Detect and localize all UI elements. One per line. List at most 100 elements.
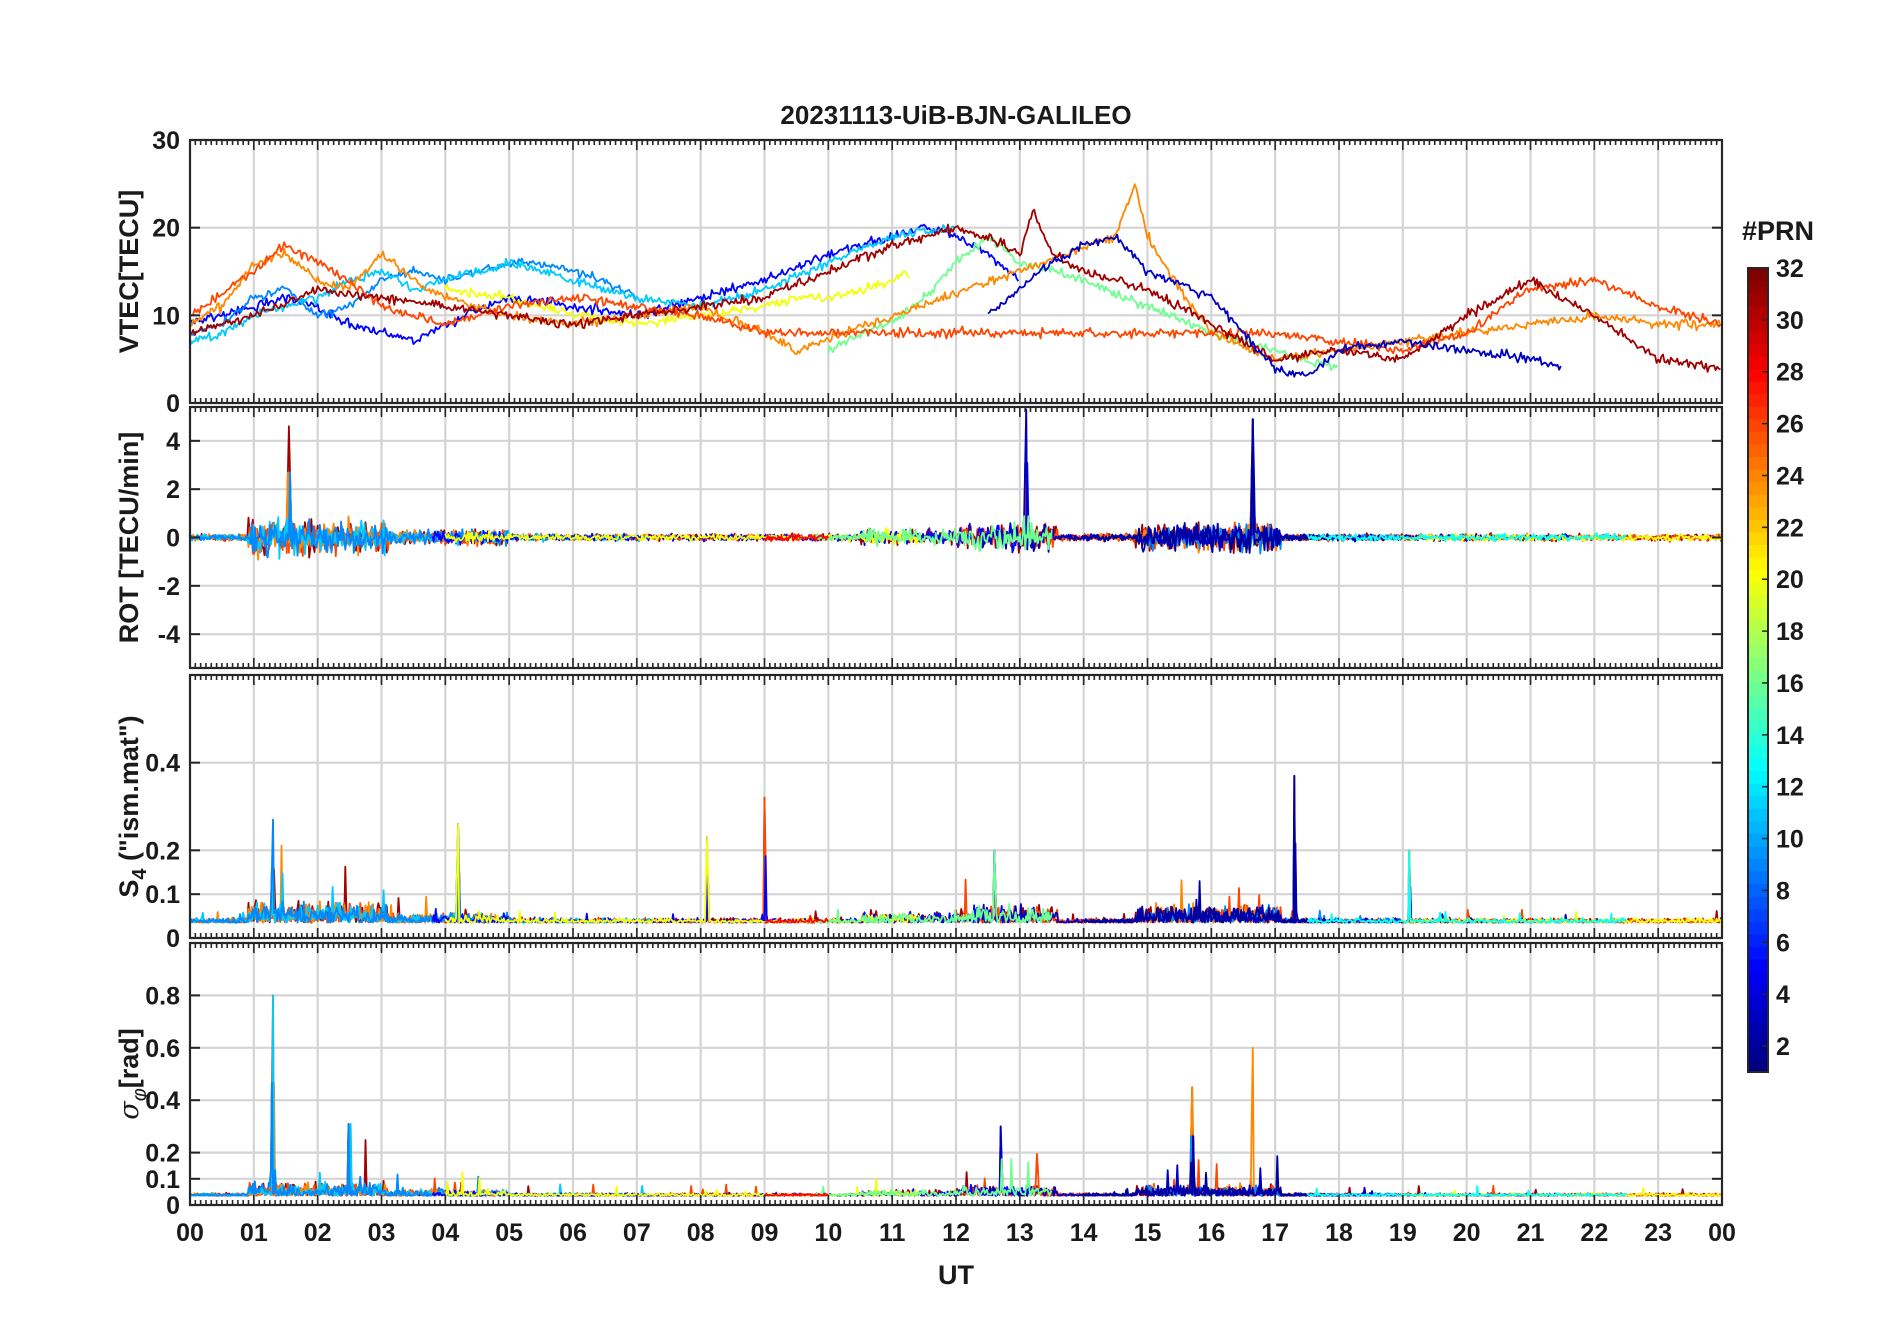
xtick-label: 06 — [559, 1219, 587, 1247]
xtick-label: 00 — [1708, 1219, 1736, 1247]
colorbar-segment — [1748, 783, 1768, 797]
colorbar-segment — [1748, 720, 1768, 734]
ytick-label: 0 — [166, 925, 180, 953]
colorbar-segment — [1748, 293, 1768, 307]
colorbar-segment — [1748, 946, 1768, 960]
xtick-label: 15 — [1134, 1219, 1162, 1247]
xtick-label: 21 — [1517, 1219, 1545, 1247]
ytick-label: 0 — [166, 525, 180, 553]
colorbar-segment — [1748, 770, 1768, 784]
colorbar-segment — [1748, 582, 1768, 596]
colorbar-segment — [1748, 330, 1768, 344]
panels-layer: 0102030VTEC[TECU]-4-2024ROT [TECU/min]00… — [114, 127, 1724, 1220]
x-axis: 00 01 02 03 04 05 06 07 08 09 10 11 12 13 14 15 16 17 18 19… — [176, 1219, 1736, 1247]
colorbar-tick-label: 12 — [1776, 774, 1804, 802]
colorbar-segment — [1748, 745, 1768, 759]
colorbar-segment — [1748, 544, 1768, 558]
colorbar-segment — [1748, 494, 1768, 508]
xtick-label: 12 — [942, 1219, 970, 1247]
colorbar-tick-label: 22 — [1776, 514, 1804, 542]
panel-rot: -4 -2 0 2 4 ROT [TECU/min] — [114, 405, 1724, 670]
colorbar-segment — [1748, 305, 1768, 319]
colorbar-segment — [1748, 871, 1768, 885]
ytick-label: 0 — [166, 390, 180, 418]
colorbar-segment — [1748, 833, 1768, 847]
colorbar-tick-label: 10 — [1776, 826, 1804, 854]
colorbar-segment — [1748, 531, 1768, 545]
colorbar-segment — [1748, 607, 1768, 621]
colorbar-segment — [1748, 393, 1768, 407]
colorbar-segment — [1748, 984, 1768, 998]
colorbar-segment — [1748, 280, 1768, 294]
ytick-label: 0.8 — [145, 982, 180, 1010]
panel-s4: 0 0.1 0.2 0.4S4 ("ism.mat") — [114, 673, 1724, 953]
colorbar-segment — [1748, 268, 1768, 282]
xtick-label: 18 — [1325, 1219, 1353, 1247]
colorbar-segment — [1748, 1059, 1768, 1073]
chart-title: 20231113-UiB-BJN-GALILEO — [780, 100, 1131, 130]
ytick-label: 30 — [152, 127, 180, 155]
xtick-label: 22 — [1580, 1219, 1608, 1247]
ylabel-rot: ROT [TECU/min] — [114, 432, 144, 643]
xtick-label: 23 — [1644, 1219, 1672, 1247]
colorbar-segment — [1748, 707, 1768, 721]
xtick-label: 07 — [623, 1219, 651, 1247]
xtick-label: 10 — [814, 1219, 842, 1247]
colorbar-segment — [1748, 519, 1768, 533]
ytick-label: 20 — [152, 215, 180, 243]
colorbar-segment — [1748, 958, 1768, 973]
colorbar-segment — [1748, 594, 1768, 608]
colorbar-segment — [1748, 644, 1768, 659]
xtick-label: 20 — [1453, 1219, 1481, 1247]
colorbar-tick-label: 28 — [1776, 359, 1804, 387]
colorbar-segment — [1748, 406, 1768, 420]
colorbar-segment — [1748, 569, 1768, 583]
colorbar-segment — [1748, 695, 1768, 709]
xtick-label: 04 — [431, 1219, 459, 1247]
colorbar-tick-label: 4 — [1776, 981, 1790, 1009]
xtick-label: 14 — [1070, 1219, 1098, 1247]
ytick-label: 0.1 — [145, 1166, 180, 1194]
colorbar-segment — [1748, 632, 1768, 646]
ytick-label: 0.2 — [145, 837, 180, 865]
ytick-label: 0 — [166, 1192, 180, 1220]
colorbar-segment — [1748, 670, 1768, 684]
colorbar-segment — [1748, 808, 1768, 822]
colorbar-segment — [1748, 431, 1768, 445]
xtick-label: 16 — [1197, 1219, 1225, 1247]
ytick-label: 4 — [166, 428, 180, 456]
colorbar-tick-label: 26 — [1776, 411, 1804, 439]
ytick-label: 0.4 — [145, 750, 180, 778]
colorbar-segment — [1748, 795, 1768, 809]
colorbar-segment — [1748, 921, 1768, 935]
colorbar-segment — [1748, 456, 1768, 470]
colorbar-segment — [1748, 933, 1768, 947]
colorbar-segment — [1748, 657, 1768, 671]
ytick-label: 10 — [152, 302, 180, 330]
colorbar-segment — [1748, 1046, 1768, 1061]
xtick-label: 03 — [368, 1219, 396, 1247]
colorbar-segment — [1748, 506, 1768, 520]
xtick-label: 11 — [879, 1219, 906, 1247]
colorbar-segment — [1748, 757, 1768, 772]
xtick-label: 17 — [1261, 1219, 1289, 1247]
colorbar-segment — [1748, 368, 1768, 382]
x-axis-label: UT — [938, 1260, 974, 1290]
colorbar-tick-label: 32 — [1776, 255, 1804, 283]
colorbar-segment — [1748, 908, 1768, 922]
colorbar-segment — [1748, 996, 1768, 1010]
colorbar-tick-label: 30 — [1776, 307, 1804, 335]
xtick-label: 01 — [240, 1219, 268, 1247]
xtick-label: 08 — [687, 1219, 715, 1247]
colorbar-segment — [1748, 682, 1768, 696]
colorbar-label: #PRN — [1742, 216, 1814, 246]
colorbar-segment — [1748, 971, 1768, 985]
xtick-label: 00 — [176, 1219, 204, 1247]
ylabel-vtec: VTEC[TECU] — [114, 190, 144, 354]
ylabel-s4: S4 ("ism.mat") — [114, 715, 151, 897]
colorbar-tick-label: 6 — [1776, 929, 1790, 957]
colorbar-tick-label: 16 — [1776, 670, 1804, 698]
colorbar-tick-label: 14 — [1776, 722, 1804, 750]
xtick-label: 02 — [304, 1219, 332, 1247]
colorbar-segment — [1748, 820, 1768, 834]
